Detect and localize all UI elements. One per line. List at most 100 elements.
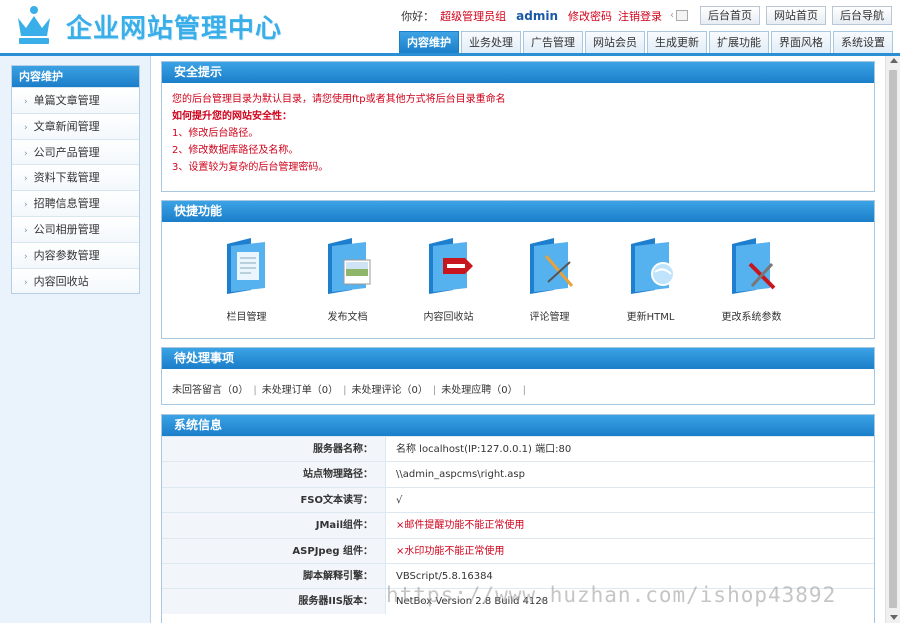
tab-business[interactable]: 业务处理 [461, 31, 521, 53]
folder-globe-icon [625, 236, 677, 296]
sidebar-item-products[interactable]: › 公司产品管理 [12, 138, 139, 165]
chevron-right-icon: › [24, 148, 28, 159]
quick-item-system-params[interactable]: 更改系统参数 [701, 236, 802, 323]
site-home-button[interactable]: 网站首页 [766, 6, 826, 25]
divider: | [253, 385, 257, 396]
panel-title: 安全提示 [162, 62, 874, 83]
sidebar-item-jobs[interactable]: › 招聘信息管理 [12, 190, 139, 216]
sidebar-item-label: 招聘信息管理 [33, 197, 100, 211]
tab-generate[interactable]: 生成更新 [647, 31, 707, 53]
quick-item-label: 内容回收站 [423, 312, 474, 323]
greeting-label: 你好： [401, 9, 435, 23]
quick-item-comments[interactable]: 评论管理 [499, 236, 600, 323]
divider: | [343, 385, 347, 396]
folder-image-icon [322, 236, 374, 296]
info-value: \\admin_aspcms\right.asp [396, 469, 525, 481]
chevron-right-icon: › [24, 225, 28, 236]
quick-panel: 快捷功能 栏目管理 发布文档 内容回收站 评论管理 更新HTML 更改系统参数 [161, 200, 875, 339]
info-value: √ [396, 494, 403, 506]
sidebar-item-label: 资料下载管理 [33, 171, 100, 185]
panel-title: 快捷功能 [162, 201, 874, 222]
scroll-up-icon[interactable] [890, 58, 898, 63]
info-key: JMail组件： [162, 513, 386, 538]
pending-messages-link[interactable]: 未回答留言（0） [172, 385, 248, 396]
info-key: 服务器名称： [162, 437, 386, 462]
info-key: 脚本解释引擎： [162, 563, 386, 589]
quick-item-publish[interactable]: 发布文档 [297, 236, 398, 323]
divider: | [522, 385, 526, 396]
admin-home-button[interactable]: 后台首页 [700, 6, 760, 25]
quick-item-label: 更新HTML [626, 312, 675, 323]
main-tabs: 内容维护 业务处理 广告管理 网站会员 生成更新 扩展功能 界面风格 系统设置 [399, 31, 893, 53]
table-row: 站点物理路径： \\admin_aspcms\right.asp [162, 461, 874, 487]
info-value: ×水印功能不能正常使用 [396, 545, 505, 557]
pending-list: 未回答留言（0） | 未处理订单（0） | 未处理评论（0） | 未处理应聘（0） | [162, 369, 874, 408]
sidebar-item-label: 内容回收站 [33, 274, 89, 288]
info-value: ×邮件提醒功能不能正常使用 [396, 520, 525, 532]
chevron-left-icon: ‹ [670, 10, 674, 21]
panel-title: 待处理事项 [162, 348, 874, 369]
sidebar-item-params[interactable]: › 内容参数管理 [12, 241, 139, 268]
chevron-right-icon: › [24, 97, 28, 107]
security-panel: 安全提示 您的后台管理目录为默认目录，请您使用ftp或者其他方式将后台目录重命名… [161, 61, 875, 192]
tab-content[interactable]: 内容维护 [399, 31, 459, 53]
pending-comments-link[interactable]: 未处理评论（0） [352, 385, 428, 396]
table-row: JMail组件： ×邮件提醒功能不能正常使用 [162, 512, 874, 538]
username-label: admin [516, 8, 558, 23]
square-icon [676, 10, 688, 21]
sidebar-item-news[interactable]: › 文章新闻管理 [12, 112, 139, 139]
sidebar-item-label: 文章新闻管理 [33, 119, 100, 133]
sidebar: 内容维护 › 单篇文章管理 › 文章新闻管理 › 公司产品管理 › 资料下载管理 › 招聘… [0, 56, 151, 623]
quick-grid: 栏目管理 发布文档 内容回收站 评论管理 更新HTML 更改系统参数 [162, 222, 874, 323]
pending-panel: 待处理事项 未回答留言（0） | 未处理订单（0） | 未处理评论（0） | 未处理应聘（0… [161, 347, 875, 405]
chevron-right-icon: › [24, 277, 28, 288]
pending-orders-link[interactable]: 未处理订单（0） [262, 385, 338, 396]
tab-extensions[interactable]: 扩展功能 [709, 31, 769, 53]
logo[interactable]: 企业网站管理中心 [14, 4, 282, 48]
tab-settings[interactable]: 系统设置 [833, 31, 893, 53]
tab-members[interactable]: 网站会员 [585, 31, 645, 53]
quick-item-update-html[interactable]: 更新HTML [600, 236, 701, 323]
quick-item-recycle[interactable]: 内容回收站 [398, 236, 499, 323]
admin-nav-button[interactable]: 后台导航 [832, 6, 892, 25]
logout-link[interactable]: 注销登录 [618, 8, 662, 24]
security-tips: 您的后台管理目录为默认目录，请您使用ftp或者其他方式将后台目录重命名 如何提升… [162, 83, 874, 184]
vertical-scrollbar[interactable] [885, 56, 900, 623]
sidebar-item-single-article[interactable]: › 单篇文章管理 [12, 87, 139, 113]
quick-item-label: 发布文档 [327, 312, 368, 323]
info-key: 服务器IIS版本： [162, 589, 386, 614]
scroll-down-icon[interactable] [890, 615, 898, 620]
tab-theme[interactable]: 界面风格 [771, 31, 831, 53]
security-notice: 您的后台管理目录为默认目录，请您使用ftp或者其他方式将后台目录重命名 [172, 94, 506, 105]
scroll-thumb[interactable] [889, 70, 897, 608]
pending-applications-link[interactable]: 未处理应聘（0） [441, 385, 517, 396]
chevron-right-icon: › [24, 122, 28, 133]
quick-item-label: 评论管理 [529, 312, 570, 323]
role-label: 超级管理员组 [440, 9, 507, 23]
brand-title: 企业网站管理中心 [66, 13, 283, 44]
collapse-toggle[interactable]: ‹ [670, 10, 688, 21]
quick-item-label: 栏目管理 [226, 312, 267, 323]
security-subtitle: 如何提升您的网站安全性： [172, 111, 292, 122]
sidebar-item-downloads[interactable]: › 资料下载管理 [12, 164, 139, 191]
sidebar-item-album[interactable]: › 公司相册管理 [12, 215, 139, 242]
divider: | [432, 385, 437, 396]
folder-edit-icon [524, 236, 576, 296]
sidebar-item-recycle[interactable]: › 内容回收站 [12, 267, 139, 294]
watermark: https://www.huzhan.com/ishop43892 [386, 583, 837, 607]
sidebar-item-label: 公司产品管理 [33, 145, 100, 159]
header: 企业网站管理中心 你好： 超级管理员组 admin 修改密码 注销登录 ‹ 后台… [0, 0, 900, 56]
folder-tools-icon [726, 236, 778, 296]
info-key: FSO文本读写： [162, 487, 386, 513]
quick-item-columns[interactable]: 栏目管理 [196, 236, 297, 323]
info-value: 名称 localhost(IP:127.0.0.1) 端口:80 [396, 444, 572, 455]
info-key: 站点物理路径： [162, 462, 386, 487]
tab-ads[interactable]: 广告管理 [523, 31, 583, 53]
change-password-link[interactable]: 修改密码 [568, 8, 612, 24]
panel-title: 系统信息 [162, 415, 874, 436]
chevron-right-icon: › [24, 251, 28, 262]
folder-delete-icon [423, 236, 475, 296]
sidebar-menu: 内容维护 › 单篇文章管理 › 文章新闻管理 › 公司产品管理 › 资料下载管理 › 招聘… [11, 65, 140, 295]
info-key: ASPJpeg 组件： [162, 538, 386, 563]
security-tip: 3、设置较为复杂的后台管理密码。 [172, 162, 329, 173]
